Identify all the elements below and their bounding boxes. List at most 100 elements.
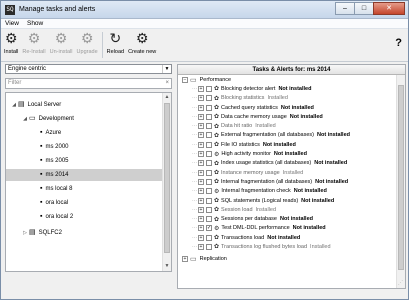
expand-icon[interactable]: +: [198, 197, 204, 204]
close-button[interactable]: ✕: [373, 2, 405, 15]
tree-item-selected[interactable]: ▪ ms 2014: [6, 169, 162, 181]
un-install-button[interactable]: ⚙ Un-install: [50, 31, 73, 55]
task-row[interactable]: ··· + ✿ Data cache memory usage Not installe…: [178, 112, 396, 121]
tree-toggle-icon[interactable]: ▷: [21, 230, 29, 236]
collapse-icon[interactable]: −: [182, 76, 188, 83]
toolbar: ⚙ Install ⚙ Re-Install ⚙ Un-install ⚙ Upgrade ↻ R…: [1, 29, 408, 62]
expand-icon[interactable]: +: [198, 178, 204, 185]
task-checkbox[interactable]: [206, 169, 212, 176]
db-instance-icon: ▪: [40, 171, 43, 178]
upgrade-button[interactable]: ⚙ Upgrade: [77, 31, 98, 55]
task-checkbox[interactable]: [206, 132, 212, 139]
reload-button[interactable]: ↻ Reload: [107, 31, 124, 55]
expand-icon[interactable]: +: [198, 225, 204, 232]
tree-scrollbar[interactable]: ▲ ▼: [162, 93, 171, 271]
maximize-button[interactable]: □: [354, 2, 374, 15]
scroll-down-icon[interactable]: ▼: [163, 262, 171, 271]
create-new-button[interactable]: ⚙ Create new: [128, 31, 156, 55]
task-checkbox[interactable]: [206, 243, 212, 250]
expand-icon[interactable]: +: [198, 188, 204, 195]
task-row[interactable]: ··· + ✿ Instance memory usage Installed: [178, 168, 396, 177]
resize-grip-icon[interactable]: ⋰: [398, 280, 403, 286]
minimize-button[interactable]: –: [335, 2, 355, 15]
task-row[interactable]: ··· + ✿ Data hit ratio Installed: [178, 121, 396, 130]
expand-icon[interactable]: +: [198, 243, 204, 250]
expand-icon[interactable]: +: [198, 104, 204, 111]
expand-icon[interactable]: +: [182, 256, 188, 263]
task-checkbox[interactable]: [206, 123, 212, 130]
tree-toggle-icon[interactable]: ◢: [10, 102, 18, 108]
task-checkbox[interactable]: [206, 151, 212, 158]
group-row-replication[interactable]: + ▭ Replication: [178, 255, 396, 264]
scroll-thumb[interactable]: [164, 103, 170, 253]
task-row[interactable]: ··· + ✿ Sessions per database Not installed: [178, 214, 396, 223]
task-row[interactable]: ··· + ✿ Transactions log flushed bytes load…: [178, 242, 396, 251]
expand-icon[interactable]: +: [198, 123, 204, 130]
task-row[interactable]: ··· + ✿ Internal fragmentation (all databas…: [178, 177, 396, 186]
task-row[interactable]: ··· + ⚙ High activity monitor Not installed: [178, 149, 396, 158]
re-install-button[interactable]: ⚙ Re-Install: [22, 31, 45, 55]
task-checkbox[interactable]: [206, 85, 212, 92]
clear-filter-icon[interactable]: ×: [165, 79, 169, 88]
expand-icon[interactable]: +: [198, 151, 204, 158]
tree-item[interactable]: ◢ ▤ Local Server: [6, 99, 162, 111]
tree-toggle-icon[interactable]: ◢: [21, 116, 29, 122]
mode-select[interactable]: Engine centric ▼: [5, 64, 172, 74]
group-label: Performance: [199, 76, 232, 83]
expand-icon[interactable]: +: [198, 169, 204, 176]
task-checkbox[interactable]: [206, 141, 212, 148]
task-checkbox[interactable]: [206, 234, 212, 241]
task-checkbox[interactable]: ✓: [206, 225, 212, 232]
task-checkbox[interactable]: [206, 160, 212, 167]
tree-item[interactable]: ▪ ora local 2: [6, 211, 162, 223]
expand-icon[interactable]: +: [198, 85, 204, 92]
task-row[interactable]: ··· + ✿ Cached query statistics Not installe…: [178, 103, 396, 112]
menu-show[interactable]: Show: [23, 20, 47, 27]
expand-icon[interactable]: +: [198, 113, 204, 120]
task-checkbox[interactable]: [206, 216, 212, 223]
task-row[interactable]: ··· + ✿ Blocking detector alert Not installe…: [178, 84, 396, 93]
install-button[interactable]: ⚙ Install: [4, 31, 18, 55]
menu-view[interactable]: View: [1, 20, 23, 27]
expand-icon[interactable]: +: [198, 206, 204, 213]
task-row[interactable]: ··· + ✿ Blocking statistics Installed: [178, 94, 396, 103]
task-row[interactable]: ··· + ✿ SQL statements (Logical reads) Not i…: [178, 196, 396, 205]
task-checkbox[interactable]: [206, 178, 212, 185]
scroll-up-icon[interactable]: ▲: [163, 93, 171, 102]
task-checkbox[interactable]: [206, 104, 212, 111]
gear-icon: ✿: [214, 216, 220, 223]
task-checkbox[interactable]: [206, 197, 212, 204]
expand-icon[interactable]: +: [198, 141, 204, 148]
task-row[interactable]: ··· + ✿ Index usage statistics (all databas…: [178, 159, 396, 168]
tree-item[interactable]: ▷ ▤ SQLFC2: [6, 227, 162, 239]
expand-icon[interactable]: +: [198, 216, 204, 223]
expand-icon[interactable]: +: [198, 160, 204, 167]
tree-item[interactable]: ▪ Azure: [6, 127, 162, 139]
expand-icon[interactable]: +: [198, 95, 204, 102]
group-row-performance[interactable]: − ▭ Performance: [178, 75, 396, 84]
scroll-thumb[interactable]: [398, 85, 404, 270]
task-row[interactable]: ··· + ✓ ⚙ Test DML-DDL performance Not instal…: [178, 224, 396, 233]
task-checkbox[interactable]: [206, 188, 212, 195]
task-checkbox[interactable]: [206, 206, 212, 213]
tree-item[interactable]: ▪ ora local: [6, 197, 162, 209]
toolbar-button-label: Install: [4, 49, 19, 55]
tree-item[interactable]: ◢ ▭ Development: [6, 113, 162, 125]
expand-icon[interactable]: +: [198, 132, 204, 139]
menu-bar: View Show: [1, 19, 408, 29]
gear-icon: ✿: [214, 105, 220, 112]
task-row[interactable]: ··· + ✿ Session load Installed: [178, 205, 396, 214]
expand-icon[interactable]: +: [198, 234, 204, 241]
task-row[interactable]: ··· + ✿ File IO statistics Not installed: [178, 140, 396, 149]
filter-input[interactable]: Filter ×: [5, 78, 172, 89]
tasks-scrollbar[interactable]: [396, 75, 405, 288]
task-checkbox[interactable]: [206, 95, 212, 102]
task-row[interactable]: ··· + ⚙ Internal fragmentation check Not ins…: [178, 187, 396, 196]
task-row[interactable]: ··· + ✿ Transactions load Not installed: [178, 233, 396, 242]
task-checkbox[interactable]: [206, 113, 212, 120]
task-row[interactable]: ··· + ✿ External fragmentation (all databas…: [178, 131, 396, 140]
tree-item[interactable]: ▪ ms 2005: [6, 155, 162, 167]
tree-item[interactable]: ▪ ms 2000: [6, 141, 162, 153]
help-icon[interactable]: ?: [395, 37, 402, 49]
tree-item[interactable]: ▪ ms local 8: [6, 183, 162, 195]
